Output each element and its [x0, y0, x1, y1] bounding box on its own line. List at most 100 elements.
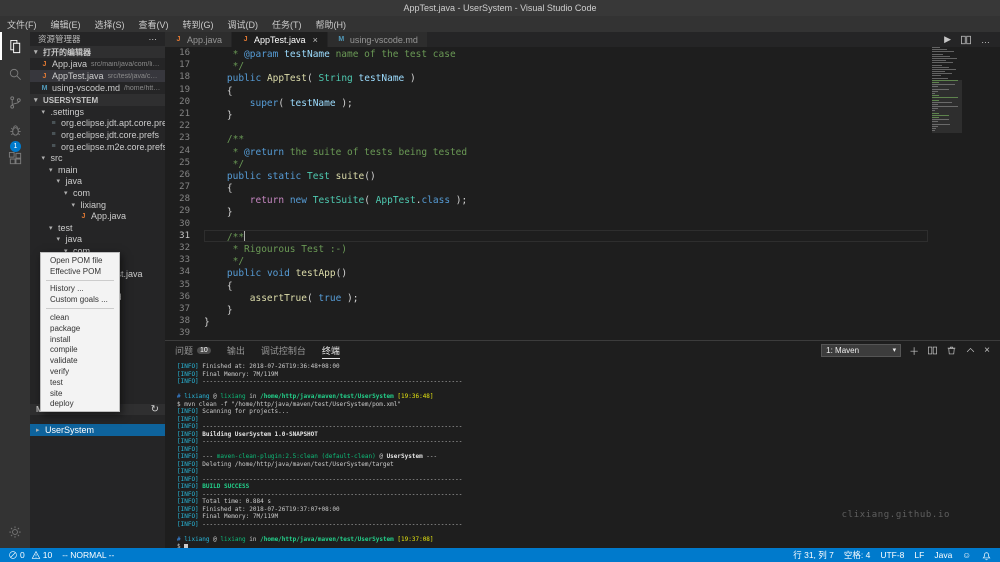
code-line[interactable]: 33 */ [165, 254, 1000, 267]
context-menu-item[interactable]: compile [41, 345, 119, 356]
chevron-down-icon: ▾ [41, 108, 46, 116]
context-menu-item[interactable]: validate [41, 355, 119, 366]
panel-tab-item[interactable]: 调试控制台 [261, 341, 306, 359]
code-line[interactable]: 38} [165, 315, 1000, 328]
code-line[interactable]: 26 public static Test suite() [165, 169, 1000, 182]
editor-tab[interactable]: J App.java [165, 32, 232, 47]
kill-terminal-icon[interactable] [946, 345, 957, 356]
code-line[interactable]: 30 [165, 218, 1000, 230]
context-menu-item[interactable]: install [41, 334, 119, 345]
refresh-icon[interactable]: ↻ [151, 404, 159, 415]
debug-icon[interactable] [0, 116, 30, 144]
code-line[interactable]: 18 public AppTest( String testName ) [165, 71, 1000, 84]
context-menu-item[interactable]: verify [41, 366, 119, 377]
tree-item[interactable]: ▾ main [30, 164, 165, 176]
feedback-smiley-icon[interactable]: ☺ [962, 550, 971, 560]
tree-item[interactable]: ▾ java [30, 176, 165, 188]
panel-tab-item[interactable]: 终端 [322, 341, 340, 359]
cursor-position[interactable]: 行 31, 列 7 [793, 549, 834, 561]
open-editor-item[interactable]: J AppTest.javasrc/test/java/com/lixia... [30, 70, 165, 82]
editor-tab[interactable]: Musing-vscode.md [327, 32, 427, 47]
menu-item[interactable]: 查看(V) [132, 16, 176, 32]
code-line[interactable]: 25 */ [165, 157, 1000, 170]
terminal-line: [INFO] Finished at: 2018-07-26T19:36:48+… [177, 363, 340, 370]
context-menu-item[interactable]: package [41, 323, 119, 334]
terminal-output[interactable]: [INFO] Finished at: 2018-07-26T19:36:48+… [177, 363, 990, 548]
context-menu-item[interactable]: site [41, 388, 119, 399]
open-editors-header[interactable]: ▾ 打开的编辑器 [30, 46, 165, 58]
code-line[interactable]: 24 * @return the suite of tests being te… [165, 145, 1000, 158]
panel-tab-problems[interactable]: 问题 10 [175, 341, 211, 359]
context-menu-item[interactable]: deploy [41, 399, 119, 410]
explorer-icon[interactable] [0, 32, 30, 60]
code-line[interactable]: 27 { [165, 181, 1000, 194]
split-editor-icon[interactable] [960, 34, 972, 46]
problems-status[interactable]: 0 10 [8, 550, 52, 560]
editor-tab[interactable]: J AppTest.java × [232, 32, 327, 47]
new-terminal-icon[interactable]: ＋ [909, 343, 919, 358]
menu-item[interactable]: 帮助(H) [309, 16, 354, 32]
notifications-bell-icon[interactable] [981, 550, 992, 561]
tree-item[interactable]: ▾ test [30, 222, 165, 234]
menu-item[interactable]: 文件(F) [0, 16, 44, 32]
close-icon[interactable]: × [313, 35, 318, 45]
more-actions-icon[interactable]: … [981, 35, 990, 45]
source-control-icon[interactable] [0, 88, 30, 116]
search-icon[interactable] [0, 60, 30, 88]
code-line[interactable]: 22 [165, 120, 1000, 132]
maximize-panel-icon[interactable] [965, 345, 976, 356]
tree-item[interactable]: ▾ src [30, 152, 165, 164]
encoding-setting[interactable]: UTF-8 [880, 550, 904, 560]
context-menu-item[interactable]: Custom goals ... [41, 294, 119, 305]
code-line[interactable]: 29 } [165, 205, 1000, 218]
language-mode[interactable]: Java [934, 550, 952, 560]
run-icon[interactable]: ▶ [944, 34, 951, 45]
code-line[interactable]: 17 */ [165, 59, 1000, 72]
tree-item[interactable]: J App.java [30, 210, 165, 222]
maven-project-usersystem[interactable]: ▸ UserSystem [30, 424, 165, 436]
tree-item[interactable]: ≡ org.eclipse.m2e.core.prefs [30, 141, 165, 153]
terminal-picker[interactable]: 1: Maven ▾ [821, 343, 902, 357]
context-menu-item[interactable]: test [41, 377, 119, 388]
code-line[interactable]: 16 * @param testName name of the test ca… [165, 47, 1000, 60]
minimap[interactable] [932, 47, 962, 139]
menu-item[interactable]: 转到(G) [176, 16, 221, 32]
settings-gear-icon[interactable] [0, 518, 30, 546]
code-line[interactable]: 28 return new TestSuite( AppTest.class )… [165, 193, 1000, 206]
code-line[interactable]: 39 [165, 327, 1000, 339]
code-line[interactable]: 35 { [165, 279, 1000, 292]
tree-item[interactable]: ≡ org.eclipse.jdt.apt.core.prefs [30, 118, 165, 130]
project-section-header[interactable]: ▾ USERSYSTEM [30, 94, 165, 106]
code-line[interactable]: 23 /** [165, 132, 1000, 145]
close-panel-icon[interactable]: × [984, 345, 990, 356]
open-editor-item[interactable]: J App.javasrc/main/java/com/lixiang [30, 58, 165, 70]
code-line[interactable]: 19 { [165, 84, 1000, 97]
tree-item[interactable]: ≡ org.eclipse.jdt.core.prefs [30, 129, 165, 141]
code-line[interactable]: 37 } [165, 303, 1000, 316]
code-line[interactable]: 20 super( testName ); [165, 96, 1000, 109]
open-editor-item[interactable]: Musing-vscode.md/home/http/hexob... [30, 82, 165, 94]
menu-item[interactable]: 选择(S) [88, 16, 132, 32]
code-line[interactable]: 31 /** [165, 230, 1000, 243]
tree-item[interactable]: ▾ com [30, 187, 165, 199]
panel-tab-item[interactable]: 输出 [227, 341, 245, 359]
menu-item[interactable]: 调试(D) [221, 16, 266, 32]
code-editor[interactable]: 16 * @param testName name of the test ca… [165, 47, 1000, 340]
context-menu-item[interactable]: History ... [41, 284, 119, 295]
context-menu-item[interactable]: clean [41, 312, 119, 323]
tree-item[interactable]: ▾ .settings [30, 106, 165, 118]
code-line[interactable]: 36 assertTrue( true ); [165, 291, 1000, 304]
context-menu-item[interactable]: Open POM file [41, 255, 119, 266]
code-line[interactable]: 34 public void testApp() [165, 266, 1000, 279]
menu-item[interactable]: 任务(T) [265, 16, 309, 32]
context-menu-item[interactable]: Effective POM [41, 266, 119, 277]
menu-item[interactable]: 编辑(E) [44, 16, 88, 32]
tree-item[interactable]: ▾ java [30, 234, 165, 246]
indentation-setting[interactable]: 空格: 4 [844, 549, 870, 561]
tree-item[interactable]: ▾ lixiang [30, 199, 165, 211]
split-terminal-icon[interactable] [927, 345, 938, 356]
sidebar-more-icon[interactable]: ⋯ [149, 34, 158, 45]
code-line[interactable]: 21 } [165, 108, 1000, 121]
code-line[interactable]: 32 * Rigourous Test :-) [165, 242, 1000, 255]
eol-setting[interactable]: LF [914, 550, 924, 560]
